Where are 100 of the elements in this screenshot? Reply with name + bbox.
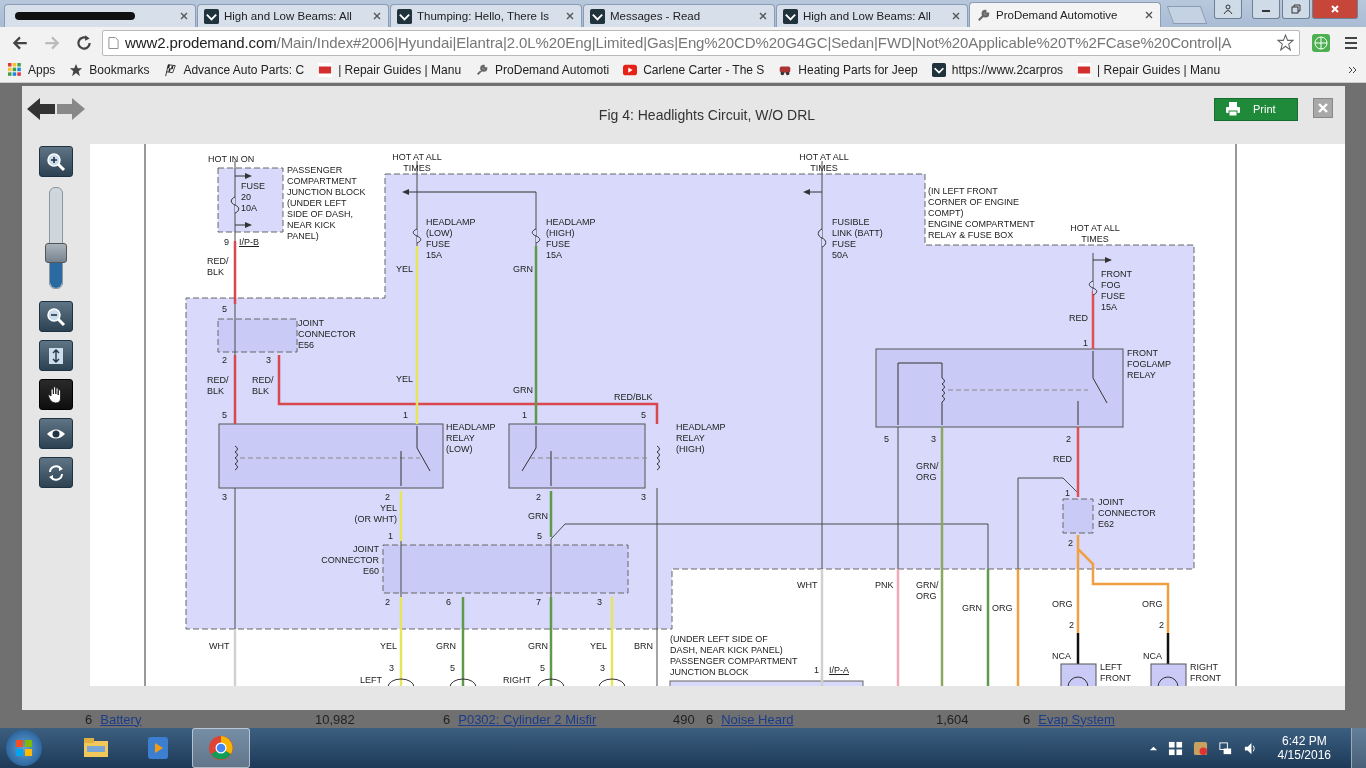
date-text: 4/15/2016 xyxy=(1277,748,1331,762)
address-bar[interactable]: www2.prodemand.com/Main/Index#2006|Hyundai|Elantra|2.0L%20Eng|Limited|Gas|Eng%20CD%20G4GC|Sedan|FWD|Not%20Applicable%20T%2FCase%20Control|A xyxy=(102,29,1300,56)
eye-button[interactable] xyxy=(39,418,73,449)
bookmark-item[interactable]: Advance Auto Parts: C xyxy=(163,63,305,77)
pin-number: 1 xyxy=(403,410,408,421)
component-label: (IN LEFT FRONT CORNER OF ENGINE COMPT) ENGINE COMPARTMENT RELAY & FUSE BOX xyxy=(928,186,1035,241)
minimize-button[interactable] xyxy=(1252,0,1280,19)
user-button[interactable] xyxy=(1214,0,1242,19)
pin-number: 3 xyxy=(600,663,605,674)
connector-label: I/P-A xyxy=(829,665,849,676)
wire-color-label: YEL (OR WHT) xyxy=(354,503,397,525)
shield-warning-icon[interactable] xyxy=(1192,740,1208,756)
logo-icon xyxy=(318,63,333,77)
fog-lamp-symbol xyxy=(1150,663,1187,686)
fuse-symbol xyxy=(412,228,422,244)
bookmark-item[interactable]: | Repair Guides | Manu xyxy=(318,63,462,77)
pin-number: 2 xyxy=(536,492,541,503)
power-source-label: HOT IN ON xyxy=(208,154,255,165)
bookmark-item[interactable]: | Repair Guides | Manu xyxy=(1077,63,1221,77)
zoom-in-button[interactable] xyxy=(39,146,73,177)
wire-color-label: ORG xyxy=(1052,599,1073,610)
browser-tab[interactable] xyxy=(4,4,196,27)
browser-logo-icon xyxy=(207,734,235,762)
fog-lamp-symbol xyxy=(1060,663,1097,686)
bookmark-item[interactable]: Heating Parts for Jeep xyxy=(778,63,918,77)
wire-color-label: YEL xyxy=(380,641,397,652)
close-icon[interactable] xyxy=(1144,10,1154,20)
start-button[interactable] xyxy=(6,730,42,766)
wire-color-label: WHT xyxy=(797,580,818,591)
wrench-icon xyxy=(976,7,991,23)
zoom-out-button[interactable] xyxy=(39,301,73,332)
bookmark-item[interactable]: Carlene Carter - The S xyxy=(623,63,765,77)
tab-title: High and Low Beams: All xyxy=(224,10,352,22)
pin-number: 7 xyxy=(536,597,541,608)
close-icon[interactable] xyxy=(565,11,575,21)
bookmark-item[interactable]: Apps xyxy=(8,63,56,77)
chevron-icon[interactable] xyxy=(1348,65,1358,75)
power-source-label: HOT AT ALL TIMES xyxy=(799,152,849,174)
apps-grid-icon xyxy=(8,63,22,77)
fit-page-button[interactable] xyxy=(39,340,73,371)
show-desktop-button[interactable] xyxy=(1351,728,1366,768)
pin-number: 3 xyxy=(641,492,646,503)
fit-page-icon xyxy=(46,345,66,366)
wire-color-label: YEL xyxy=(590,641,607,652)
pin-number: 2 xyxy=(1069,620,1074,631)
rank-text: 6 xyxy=(443,711,451,727)
arrow-icon xyxy=(234,222,252,228)
pin-number: 2 xyxy=(1159,620,1164,631)
star-icon[interactable] xyxy=(1277,34,1294,51)
fuse-symbol xyxy=(230,196,240,214)
slider-thumb[interactable] xyxy=(45,243,67,263)
wire-color-label: RED/ BLK xyxy=(252,375,274,397)
user-icon xyxy=(1223,4,1233,14)
wire-color-label: GRN/ ORG xyxy=(916,461,939,483)
refresh-icon xyxy=(46,462,66,483)
refresh-button[interactable] xyxy=(39,457,73,488)
wire-color-label: BRN xyxy=(634,641,653,652)
count-text: 10,982 xyxy=(315,711,355,727)
component-label: FUSE 20 10A xyxy=(241,181,265,214)
printer-icon xyxy=(1225,101,1241,117)
network-icon[interactable] xyxy=(1217,740,1233,756)
check-logo-icon xyxy=(397,8,412,24)
bookmark-item[interactable]: https://www.2carpros xyxy=(931,63,1064,77)
print-button[interactable]: Print xyxy=(1214,97,1298,121)
component-label: FUSIBLE LINK (BATT) FUSE 50A xyxy=(832,217,883,261)
browser-tab[interactable]: High and Low Beams: All xyxy=(776,4,968,27)
component-label: RIGHT xyxy=(503,675,531,686)
fuse-symbol xyxy=(1088,280,1098,296)
component-label: RIGHT FRONT xyxy=(1190,662,1221,684)
pin-number: 5 xyxy=(222,304,227,315)
rank-text: 6 xyxy=(85,711,93,727)
wire-color-label: GRN xyxy=(513,385,533,396)
flag-icon[interactable] xyxy=(1167,740,1183,756)
component-label: JOINT CONNECTOR E56 xyxy=(298,318,356,351)
chrome-button[interactable] xyxy=(192,728,250,768)
component-label: HEADLAMP RELAY (HIGH) xyxy=(676,422,726,455)
hand-tool-button[interactable] xyxy=(39,379,73,410)
close-icon[interactable] xyxy=(758,11,768,21)
play-icon xyxy=(623,63,638,77)
close-icon[interactable] xyxy=(951,11,961,21)
figure-title: Fig 4: Headlights Circuit, W/O DRL xyxy=(597,107,817,123)
clock[interactable]: 6:42 PM 4/15/2016 xyxy=(1277,734,1331,762)
check-logo-icon xyxy=(204,8,219,24)
bookmark-item[interactable]: Bookmarks xyxy=(69,63,150,77)
pin-number: 1 xyxy=(1065,488,1070,499)
browser-tab[interactable]: Messages - Read xyxy=(583,4,775,27)
browser-tab[interactable]: High and Low Beams: All xyxy=(197,4,389,27)
pin-number: 1 xyxy=(388,531,393,542)
close-icon[interactable] xyxy=(179,11,189,21)
arrow-icon xyxy=(803,189,823,195)
bookmark-item[interactable]: ProDemand Automoti xyxy=(475,63,610,77)
close-icon[interactable] xyxy=(372,11,382,21)
browser-tab[interactable]: ProDemand Automotive xyxy=(969,2,1161,27)
back-forward-icon[interactable] xyxy=(27,96,85,122)
tab-title: Messages - Read xyxy=(610,10,701,22)
pin-number: 2 xyxy=(385,597,390,608)
close-button[interactable] xyxy=(1312,0,1358,19)
browser-tab[interactable]: Thumping: Hello, There Is xyxy=(390,4,582,27)
close-button[interactable] xyxy=(1313,98,1333,118)
rank-text: 6 xyxy=(706,711,714,727)
